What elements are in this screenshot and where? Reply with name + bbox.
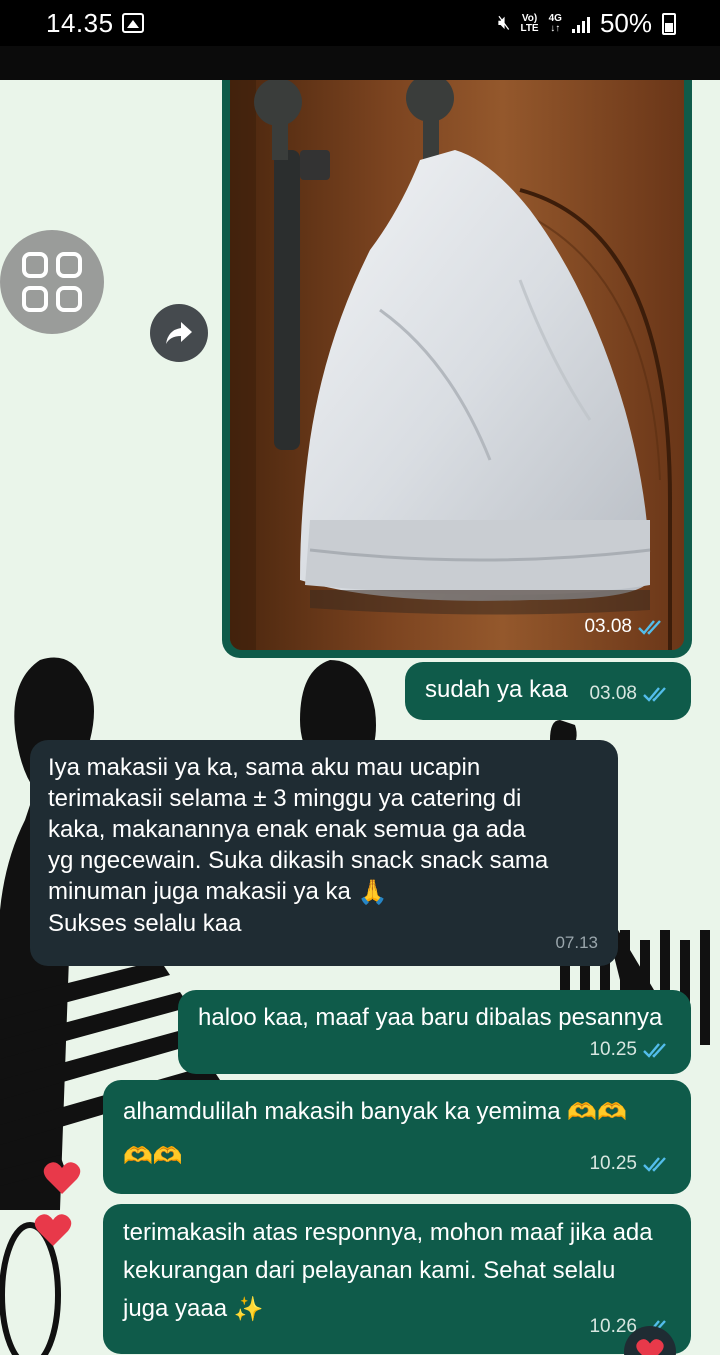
chat-area[interactable]: 03.08 sudah ya kaa 03.08 Iya makasii ya … <box>0 80 720 1355</box>
status-bar: 14.35 🔇︎ Vo) LTE 4G ↓↑ 50% <box>0 0 720 46</box>
image-icon <box>122 13 144 33</box>
heart-icon <box>636 1339 664 1355</box>
message-meta: 07.13 <box>555 927 598 958</box>
photo-content <box>230 80 684 650</box>
message-bubble-outgoing[interactable]: haloo kaa, maaf yaa baru dibalas pesanny… <box>178 990 691 1074</box>
message-text-line: terimakasii selama ± 3 minggu ya caterin… <box>48 785 522 812</box>
message-bubble-outgoing[interactable]: terimakasih atas responnya, mohon maaf j… <box>103 1204 691 1354</box>
volte-bottom: LTE <box>520 22 539 34</box>
message-time: 10.25 <box>589 1039 637 1060</box>
forward-button[interactable] <box>150 304 208 362</box>
message-time: 03.08 <box>589 683 637 704</box>
double-check-icon <box>643 687 666 702</box>
app-bar <box>0 46 720 80</box>
message-text-line: minuman juga makasii ya ka <box>48 878 351 905</box>
signal-icon <box>571 15 590 33</box>
volte-indicator: Vo) LTE <box>520 12 539 34</box>
data-indicator: 4G ↓↑ <box>548 12 562 34</box>
sparkles-emoji: ✨ <box>233 1295 264 1323</box>
message-text-line: yg ngecewain. Suka dikasih snack snack s… <box>48 847 549 874</box>
heart-hands-emoji: 🫶🫶 <box>567 1098 627 1126</box>
message-bubble-outgoing[interactable]: sudah ya kaa 03.08 <box>405 662 691 720</box>
battery-icon <box>662 12 676 35</box>
status-time: 14.35 <box>46 8 114 38</box>
message-text-line: juga yaaa <box>123 1295 228 1322</box>
double-check-icon <box>638 620 661 635</box>
double-check-icon <box>643 1157 666 1172</box>
message-text-line: Iya makasii ya ka, sama aku mau ucapin <box>48 754 481 781</box>
app-grid-icon <box>22 252 82 312</box>
message-time: 07.13 <box>555 933 598 952</box>
message-meta: 03.08 <box>584 616 666 638</box>
message-text-line: kekurangan dari pelayanan kami. Sehat se… <box>123 1257 616 1284</box>
message-text: haloo kaa, maaf yaa baru dibalas pesanny… <box>198 1004 663 1031</box>
praying-hands-emoji: 🙏 <box>357 879 388 907</box>
message-text: alhamdulilah makasih banyak ka yemima <box>123 1098 561 1125</box>
floating-menu-button[interactable] <box>0 230 104 334</box>
message-meta: 10.25 <box>589 1142 671 1186</box>
message-photo[interactable]: 03.08 <box>230 80 684 650</box>
heart-hands-emoji: 🫶🫶 <box>123 1143 183 1171</box>
message-time: 10.25 <box>589 1153 637 1174</box>
message-text-line: kaka, makanannya enak enak semua ga ada <box>48 816 526 843</box>
message-meta: 10.25 <box>589 1034 671 1066</box>
battery-percent: 50% <box>599 8 652 38</box>
message-bubble-outgoing[interactable]: alhamdulilah makasih banyak ka yemima 🫶🫶… <box>103 1080 691 1194</box>
message-bubble-incoming[interactable]: Iya makasii ya ka, sama aku mau ucapin t… <box>30 740 618 966</box>
message-time: 03.08 <box>584 616 632 637</box>
forward-icon <box>166 322 192 344</box>
heart-icon[interactable] <box>42 1158 82 1198</box>
heart-icon[interactable] <box>33 1210 73 1250</box>
status-indicators: 🔇︎ Vo) LTE 4G ↓↑ 50% <box>498 8 676 39</box>
data-top: 4G <box>548 12 562 24</box>
double-check-icon <box>643 1043 666 1058</box>
message-text-line: terimakasih atas responnya, mohon maaf j… <box>123 1219 653 1246</box>
message-meta: 03.08 <box>589 678 671 710</box>
message-text-line: Sukses selalu kaa <box>48 910 242 938</box>
data-bottom: ↓↑ <box>550 22 561 34</box>
image-message[interactable]: 03.08 <box>222 80 692 658</box>
volte-top: Vo) <box>521 12 538 24</box>
mute-icon: 🔇︎ <box>497 12 511 34</box>
